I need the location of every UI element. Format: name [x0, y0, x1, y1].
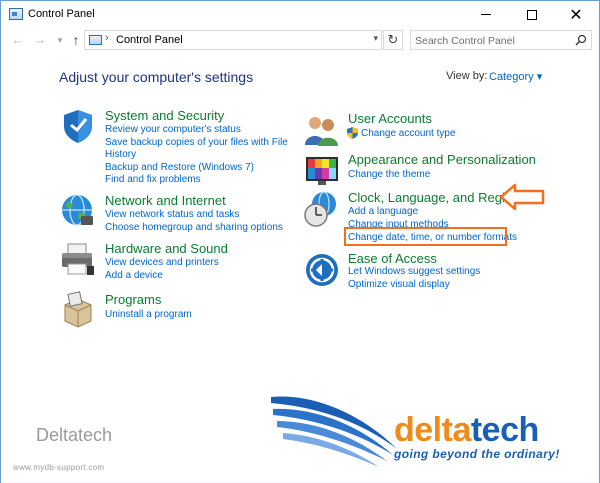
control-panel-window: Control Panel ✕ ← → ▾ ↑ › Control Panel … [0, 0, 600, 483]
link-review-status[interactable]: Review your computer's status [105, 124, 241, 135]
orange-arrow-icon [499, 183, 545, 211]
link-backup-restore[interactable]: Backup and Restore (Windows 7) [105, 162, 254, 173]
back-button[interactable]: ← [9, 31, 27, 49]
printer-icon[interactable] [59, 240, 97, 278]
window-title: Control Panel [28, 8, 95, 20]
view-by-label: View by: [446, 70, 488, 82]
app-icon [9, 8, 23, 20]
link-homegroup[interactable]: Choose homegroup and sharing options [105, 222, 283, 233]
shield-icon[interactable] [59, 107, 97, 145]
category-title-network-internet[interactable]: Network and Internet [105, 193, 226, 208]
back-arrow-icon: ← [11, 32, 25, 47]
navigation-bar: ← → ▾ ↑ › Control Panel ▾ ↻ [1, 28, 599, 52]
link-uninstall-program[interactable]: Uninstall a program [105, 309, 192, 320]
breadcrumb-separator[interactable]: › [105, 32, 109, 44]
link-change-theme[interactable]: Change the theme [348, 169, 430, 180]
link-file-history-cont[interactable]: History [105, 149, 136, 160]
watermark-url: www.mydb-support.com [13, 463, 105, 472]
title-bar: Control Panel ✕ [1, 1, 599, 28]
link-network-status[interactable]: View network status and tasks [105, 209, 239, 220]
close-icon: ✕ [569, 6, 583, 24]
globe-network-icon[interactable] [59, 192, 97, 230]
search-box[interactable] [410, 30, 592, 50]
logo-part-tech: tech [470, 411, 539, 449]
address-bar[interactable]: › Control Panel ▾ [84, 30, 382, 50]
category-title-user-accounts[interactable]: User Accounts [348, 111, 432, 126]
watermark-text: Deltatech [36, 425, 113, 445]
control-panel-icon [89, 35, 102, 45]
category-title-appearance[interactable]: Appearance and Personalization [348, 152, 536, 167]
refresh-button[interactable]: ↻ [383, 30, 403, 50]
logo-swoosh-icon [271, 396, 397, 467]
link-change-account-type[interactable]: Change account type [361, 128, 456, 139]
view-by-dropdown[interactable]: Category ▾ [489, 70, 542, 83]
forward-button[interactable]: → [31, 31, 49, 49]
link-devices-printers[interactable]: View devices and printers [105, 257, 219, 268]
address-dropdown-icon[interactable]: ▾ [373, 33, 378, 44]
search-input[interactable] [415, 33, 565, 48]
link-add-language[interactable]: Add a language [348, 206, 418, 217]
ease-of-access-icon[interactable] [303, 251, 341, 289]
maximize-icon [527, 9, 537, 20]
palette-icon[interactable] [303, 152, 341, 190]
page-heading: Adjust your computer's settings [59, 69, 254, 85]
programs-box-icon[interactable] [59, 291, 97, 329]
search-icon[interactable] [575, 34, 587, 46]
category-title-ease-of-access[interactable]: Ease of Access [348, 251, 437, 266]
chevron-down-icon: ▾ [57, 35, 63, 45]
category-title-clock-language-region[interactable]: Clock, Language, and Region [348, 190, 519, 205]
link-add-device[interactable]: Add a device [105, 270, 163, 281]
up-arrow-icon: ↑ [72, 32, 80, 48]
maximize-button[interactable] [509, 1, 555, 28]
link-file-history[interactable]: Save backup copies of your files with Fi… [105, 137, 288, 148]
forward-arrow-icon: → [33, 32, 47, 47]
clock-globe-icon[interactable] [303, 190, 341, 228]
logo-tagline: going beyond the ordinary! [394, 447, 560, 461]
category-title-system-security[interactable]: System and Security [105, 108, 224, 123]
logo-part-delta: delta [394, 411, 471, 449]
highlight-box [344, 227, 507, 246]
logo-wordmark: deltatech [394, 411, 539, 450]
up-button[interactable]: ↑ [67, 31, 85, 49]
link-windows-suggest-settings[interactable]: Let Windows suggest settings [348, 266, 480, 277]
category-title-hardware-sound[interactable]: Hardware and Sound [105, 241, 228, 256]
users-icon[interactable] [303, 111, 341, 149]
category-title-programs[interactable]: Programs [105, 292, 161, 307]
link-find-fix[interactable]: Find and fix problems [105, 174, 201, 185]
minimize-button[interactable] [463, 1, 509, 28]
breadcrumb-control-panel[interactable]: Control Panel [116, 34, 183, 46]
refresh-icon: ↻ [387, 32, 399, 47]
minimize-icon [481, 14, 491, 15]
close-button[interactable]: ✕ [553, 1, 599, 28]
uac-shield-icon [347, 127, 358, 139]
link-optimize-visual-display[interactable]: Optimize visual display [348, 279, 450, 290]
